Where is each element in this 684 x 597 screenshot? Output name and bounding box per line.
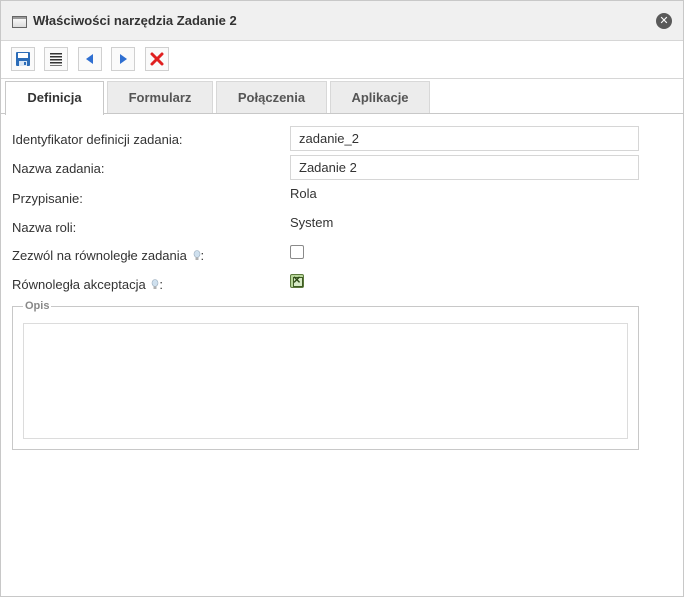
description-textarea[interactable] <box>23 323 628 439</box>
properties-button[interactable] <box>44 47 68 71</box>
description-fieldset: Opis <box>12 300 639 450</box>
save-icon <box>16 52 30 66</box>
parallel-tasks-checkbox[interactable] <box>290 245 304 259</box>
tab-formularz[interactable]: Formularz <box>107 81 213 113</box>
assignment-label: Przypisanie: <box>12 191 83 206</box>
role-name-value: System <box>290 215 334 230</box>
delete-button[interactable] <box>145 47 169 71</box>
parallel-accept-label-text: Równoległa akceptacja <box>12 277 146 292</box>
tab-aplikacje[interactable]: Aplikacje <box>330 81 430 113</box>
task-id-input[interactable]: zadanie_2 <box>290 126 639 151</box>
task-name-label: Nazwa zadania: <box>12 161 105 176</box>
parallel-accept-checkbox[interactable] <box>290 272 304 288</box>
properties-icon <box>50 53 62 66</box>
dialog-titlebar[interactable]: Właściwości narzędzia Zadanie 2 ✕ <box>1 1 683 41</box>
parallel-tasks-colon: : <box>200 248 205 263</box>
tab-definicja[interactable]: Definicja <box>5 81 104 115</box>
task-name-input[interactable]: Zadanie 2 <box>290 155 639 180</box>
save-button[interactable] <box>11 47 35 71</box>
parallel-tasks-label-text: Zezwól na równoległe zadania <box>12 248 187 263</box>
arrow-left-icon <box>86 54 93 64</box>
window-icon <box>12 16 27 28</box>
tab-polaczenia[interactable]: Połączenia <box>216 81 327 113</box>
delete-icon <box>150 52 164 66</box>
task-properties-dialog: Właściwości narzędzia Zadanie 2 ✕ Defini… <box>0 0 684 597</box>
description-legend: Opis <box>23 300 52 312</box>
assignment-value: Rola <box>290 186 317 201</box>
dialog-title: Właściwości narzędzia Zadanie 2 <box>33 13 237 28</box>
role-name-label: Nazwa roli: <box>12 220 77 235</box>
previous-button[interactable] <box>78 47 102 71</box>
next-button[interactable] <box>111 47 135 71</box>
arrow-right-icon <box>120 54 127 64</box>
tab-strip: Definicja Formularz Połączenia Aplikacje <box>1 80 683 115</box>
task-id-label: Identyfikator definicji zadania: <box>12 132 183 147</box>
close-button[interactable]: ✕ <box>656 13 672 29</box>
parallel-accept-label: Równoległa akceptacja : <box>12 277 163 292</box>
parallel-tasks-label: Zezwól na równoległe zadania : <box>12 248 204 263</box>
hint-bulb-icon[interactable] <box>193 250 201 261</box>
toolbar <box>1 42 683 79</box>
parallel-accept-colon: : <box>159 277 163 292</box>
